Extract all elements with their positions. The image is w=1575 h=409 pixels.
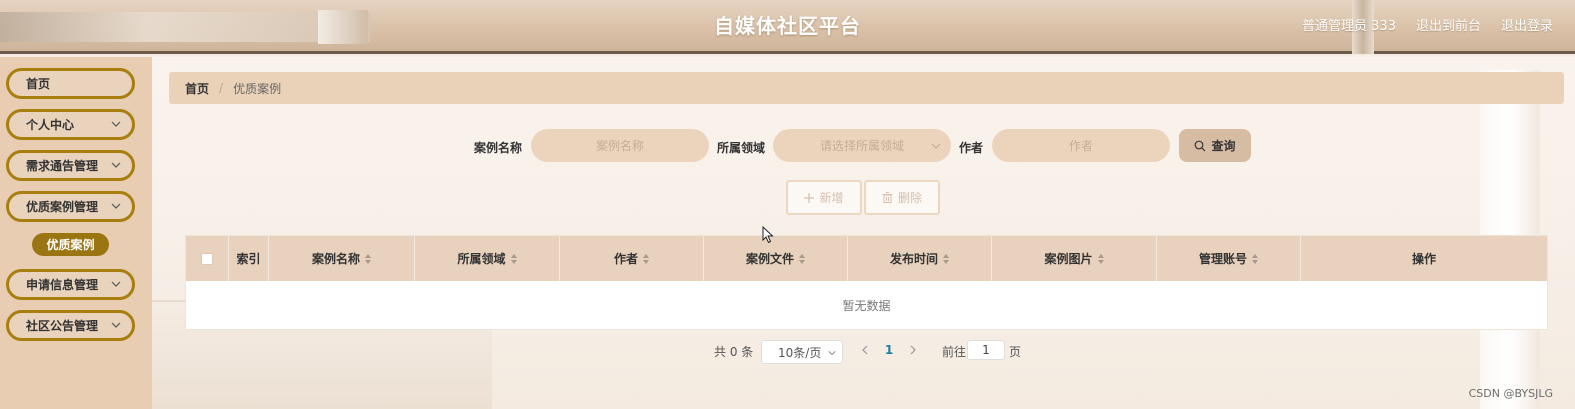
breadcrumb-separator: / bbox=[219, 81, 224, 95]
page-size-select[interactable]: 10条/页 bbox=[761, 340, 843, 364]
select-all-cell bbox=[186, 236, 229, 281]
chevron-down-icon bbox=[111, 322, 121, 328]
column-header-label: 案例文件 bbox=[745, 252, 794, 266]
sidebar-item-label: 个人中心 bbox=[26, 118, 75, 132]
page-number-current[interactable]: 1 bbox=[880, 341, 898, 359]
column-header-case-file[interactable]: 案例文件 bbox=[704, 236, 848, 281]
column-header-publish-time[interactable]: 发布时间 bbox=[848, 236, 992, 281]
query-button-label: 查询 bbox=[1211, 139, 1236, 153]
breadcrumb-home[interactable]: 首页 bbox=[185, 80, 209, 97]
column-header-actions: 操作 bbox=[1301, 236, 1547, 281]
pagination-total: 共 0 条 bbox=[714, 345, 754, 359]
sidebar-item-community-notices[interactable]: 社区公告管理 bbox=[6, 310, 135, 341]
goto-page-input[interactable] bbox=[968, 341, 1004, 359]
column-header-case-name[interactable]: 案例名称 bbox=[269, 236, 415, 281]
sidebar-item-applications[interactable]: 申请信息管理 bbox=[6, 269, 135, 300]
page-size-value: 10条/页 bbox=[778, 345, 822, 360]
breadcrumb-current: 优质案例 bbox=[233, 81, 282, 96]
trash-icon bbox=[882, 192, 893, 203]
sort-icon[interactable] bbox=[943, 253, 949, 264]
column-header-case-image[interactable]: 案例图片 bbox=[992, 236, 1157, 281]
current-user-label: 普通管理员 333 bbox=[1302, 19, 1396, 34]
author-label: 作者 bbox=[959, 141, 984, 155]
column-header-domain[interactable]: 所属领域 bbox=[415, 236, 560, 281]
goto-label: 前往 bbox=[942, 345, 967, 359]
sidebar-item-personal-center[interactable]: 个人中心 bbox=[6, 109, 135, 140]
sidebar-item-home[interactable]: 首页 bbox=[6, 68, 135, 99]
chevron-down-icon bbox=[111, 162, 121, 168]
sidebar-item-label: 需求通告管理 bbox=[26, 159, 99, 173]
case-name-field[interactable] bbox=[531, 129, 709, 162]
sidebar-item-label: 优质案例管理 bbox=[26, 200, 99, 214]
search-icon bbox=[1195, 140, 1206, 151]
chevron-right-icon bbox=[910, 345, 916, 355]
next-page-button[interactable] bbox=[904, 341, 922, 359]
column-header-index: 索引 bbox=[229, 236, 269, 281]
domain-select-input[interactable] bbox=[773, 129, 951, 162]
chevron-left-icon bbox=[862, 345, 868, 355]
sort-icon[interactable] bbox=[1252, 253, 1258, 264]
query-button[interactable]: 查询 bbox=[1179, 129, 1251, 162]
select-all-checkbox[interactable] bbox=[201, 252, 213, 265]
author-input[interactable] bbox=[992, 129, 1170, 162]
sort-icon[interactable] bbox=[643, 253, 649, 264]
sidebar: 首页 个人中心 需求通告管理 优质案例管理 优质案例 申请信息管理 社区公告管理 bbox=[0, 57, 152, 409]
column-header-label: 作者 bbox=[613, 252, 638, 266]
column-header-label: 索引 bbox=[236, 252, 261, 266]
column-header-author[interactable]: 作者 bbox=[560, 236, 704, 281]
chevron-down-icon bbox=[931, 143, 941, 149]
column-header-label: 管理账号 bbox=[1198, 252, 1247, 266]
data-table: 索引 案例名称 所属领域 作者 案例文件 发布时间 案例图片 管理账号 操作 暂… bbox=[185, 235, 1548, 330]
domain-label: 所属领域 bbox=[717, 141, 766, 155]
column-header-label: 案例图片 bbox=[1044, 252, 1093, 266]
page-suffix-label: 页 bbox=[1009, 345, 1022, 359]
sort-icon[interactable] bbox=[510, 253, 517, 264]
breadcrumb: 首页 / 优质案例 bbox=[169, 72, 1564, 104]
back-to-front-link[interactable]: 退出到前台 bbox=[1416, 15, 1481, 34]
sort-icon[interactable] bbox=[365, 253, 371, 264]
plus-icon bbox=[804, 192, 815, 203]
chevron-down-icon bbox=[111, 281, 121, 287]
empty-state-text: 暂无数据 bbox=[842, 298, 891, 313]
watermark: CSDN @BYSJLG bbox=[1468, 387, 1553, 400]
case-name-label: 案例名称 bbox=[474, 141, 523, 155]
column-header-admin-account[interactable]: 管理账号 bbox=[1157, 236, 1301, 281]
sort-icon[interactable] bbox=[1097, 253, 1104, 264]
table-header: 索引 案例名称 所属领域 作者 案例文件 发布时间 案例图片 管理账号 操作 bbox=[186, 236, 1547, 281]
top-header: 自媒体社区平台 普通管理员 333 退出到前台 退出登录 bbox=[0, 0, 1575, 54]
sidebar-item-label: 申请信息管理 bbox=[26, 278, 99, 292]
chevron-down-icon bbox=[111, 121, 121, 127]
add-button[interactable]: 新增 bbox=[786, 180, 862, 215]
sidebar-item-label: 社区公告管理 bbox=[26, 319, 99, 333]
author-field[interactable] bbox=[992, 129, 1170, 162]
mouse-cursor-icon bbox=[762, 226, 774, 244]
sidebar-item-quality-cases[interactable]: 优质案例管理 bbox=[6, 191, 135, 222]
column-header-label: 操作 bbox=[1411, 252, 1436, 266]
domain-select[interactable] bbox=[773, 129, 951, 162]
column-header-label: 发布时间 bbox=[889, 252, 938, 266]
header-links: 普通管理员 333 退出到前台 退出登录 bbox=[1302, 15, 1553, 34]
previous-page-button[interactable] bbox=[856, 341, 874, 359]
goto-page-field[interactable] bbox=[967, 340, 1005, 360]
case-name-input[interactable] bbox=[531, 129, 709, 162]
column-header-label: 案例名称 bbox=[311, 252, 360, 266]
sidebar-subitem-quality-case[interactable]: 优质案例 bbox=[32, 233, 109, 256]
delete-button[interactable]: 删除 bbox=[864, 180, 940, 215]
logout-link[interactable]: 退出登录 bbox=[1501, 15, 1553, 34]
sidebar-item-demand-notice[interactable]: 需求通告管理 bbox=[6, 150, 135, 181]
sidebar-item-label: 首页 bbox=[26, 77, 51, 91]
column-header-label: 所属领域 bbox=[457, 252, 506, 266]
add-button-label: 新增 bbox=[819, 191, 844, 205]
delete-button-label: 删除 bbox=[897, 191, 922, 205]
chevron-down-icon bbox=[111, 203, 121, 209]
chevron-down-icon bbox=[828, 351, 836, 356]
sort-icon[interactable] bbox=[799, 253, 805, 264]
